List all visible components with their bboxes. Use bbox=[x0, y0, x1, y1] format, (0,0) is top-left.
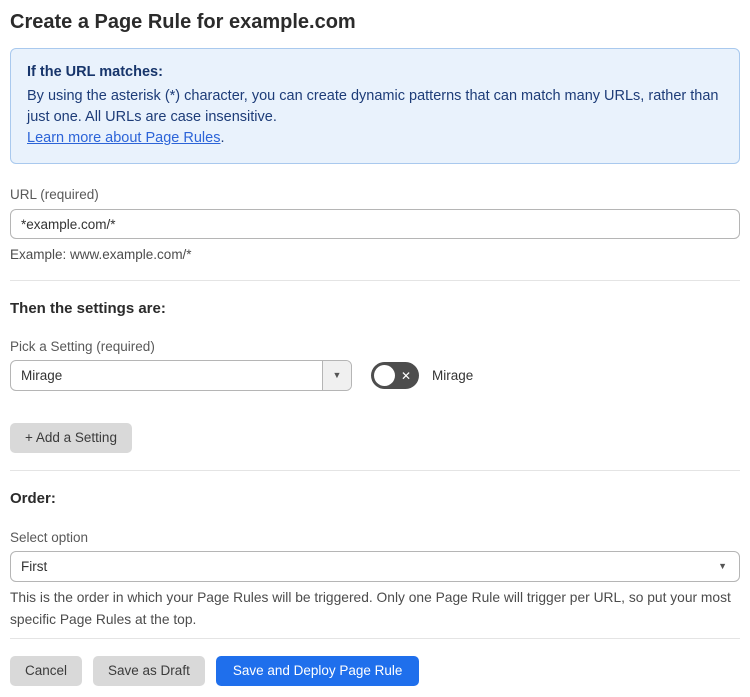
toggle-x-icon: ✕ bbox=[400, 368, 411, 383]
page-rule-form: Create a Page Rule for example.com If th… bbox=[0, 0, 750, 697]
info-box-body-text: By using the asterisk (*) character, you… bbox=[27, 88, 719, 125]
toggle-knob bbox=[374, 365, 395, 386]
cancel-button[interactable]: Cancel bbox=[10, 656, 83, 686]
page-title: Create a Page Rule for example.com bbox=[10, 11, 356, 33]
divider bbox=[10, 638, 740, 639]
toggle-label: Mirage bbox=[432, 368, 474, 383]
url-input[interactable] bbox=[10, 209, 740, 239]
setting-select[interactable]: Mirage ▼ bbox=[10, 360, 352, 391]
divider bbox=[10, 470, 740, 471]
info-box-heading: If the URL matches: bbox=[27, 64, 163, 80]
save-as-draft-button[interactable]: Save as Draft bbox=[93, 656, 205, 686]
setting-select-arrow-button[interactable]: ▼ bbox=[322, 361, 351, 390]
save-and-deploy-button[interactable]: Save and Deploy Page Rule bbox=[215, 656, 420, 686]
form-actions: Cancel Save as Draft Save and Deploy Pag… bbox=[10, 656, 740, 686]
setting-row: Mirage ▼ ✕ Mirage bbox=[10, 360, 740, 391]
info-box-link-line: Learn more about Page Rules. bbox=[27, 128, 723, 149]
chevron-down-icon: ▼ bbox=[332, 370, 342, 380]
divider bbox=[10, 280, 740, 281]
order-select[interactable]: First ▼ bbox=[10, 551, 740, 582]
add-setting-button[interactable]: + Add a Setting bbox=[10, 423, 132, 453]
setting-select-value: Mirage bbox=[21, 368, 63, 383]
settings-heading: Then the settings are: bbox=[10, 300, 166, 317]
order-select-value: First bbox=[21, 559, 48, 574]
setting-picker-label: Pick a Setting (required) bbox=[10, 339, 155, 354]
order-select-label: Select option bbox=[10, 530, 89, 545]
order-heading: Order: bbox=[10, 490, 56, 507]
url-label: URL (required) bbox=[10, 187, 99, 202]
order-helper: This is the order in which your Page Rul… bbox=[10, 590, 731, 627]
chevron-down-icon: ▼ bbox=[718, 561, 727, 571]
mirage-toggle[interactable]: ✕ bbox=[371, 362, 419, 389]
info-box-body: By using the asterisk (*) character, you… bbox=[27, 86, 723, 128]
learn-more-link[interactable]: Learn more about Page Rules bbox=[27, 130, 220, 146]
url-match-info-box: If the URL matches: By using the asteris… bbox=[10, 48, 740, 164]
url-helper: Example: www.example.com/* bbox=[10, 247, 192, 262]
link-suffix: . bbox=[220, 130, 225, 146]
